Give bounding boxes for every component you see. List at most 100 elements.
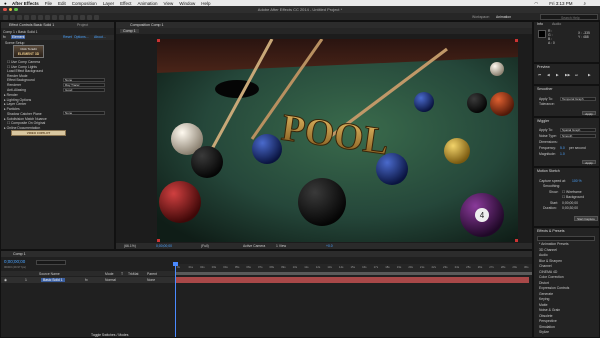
puppet-tool-icon[interactable] [94, 14, 99, 20]
start-capture-button[interactable]: Start Capture [574, 216, 598, 221]
exposure-value[interactable]: +0.0 [326, 244, 333, 248]
playhead[interactable] [175, 262, 176, 337]
effect-options-link[interactable]: Options... [74, 35, 89, 39]
effects-search-input[interactable] [537, 236, 595, 241]
search-help-input[interactable]: Search Help [540, 14, 598, 20]
capture-speed-value[interactable]: 100 % [572, 179, 582, 183]
online-docs-group[interactable]: ▸ Online Documentation [4, 126, 40, 130]
col-source-name[interactable]: Source Name [39, 272, 60, 276]
effects-item[interactable]: Stylize [539, 330, 597, 336]
layer-name[interactable]: Basic Solid 1 [41, 277, 65, 282]
renderer-select[interactable]: Ray Tracer [63, 82, 105, 87]
col-t[interactable]: T [121, 272, 123, 276]
brush-tool-icon[interactable] [66, 14, 71, 20]
wiggler-magnitude-value[interactable]: 1.0 [560, 152, 565, 156]
checkbox-use-comp-camera[interactable]: ☐ Use Comp Camera [7, 60, 40, 64]
fx-switch-icon[interactable]: fx [85, 278, 88, 282]
viewer-safe-handle-tl[interactable] [157, 39, 160, 42]
zoom-tool-icon[interactable] [17, 14, 22, 20]
comp-subtab[interactable]: Comp 1 [120, 28, 139, 33]
ram-preview-button[interactable]: ▶ [588, 73, 591, 77]
menu-edit[interactable]: Edit [58, 1, 66, 6]
effect-bg-select[interactable]: None [63, 77, 105, 82]
shadow-catcher-select[interactable]: None [63, 111, 105, 115]
resolution-select[interactable]: (Full) [201, 244, 209, 248]
group-layer-center[interactable]: ▸ Layer Center [4, 102, 26, 106]
rotate-tool-icon[interactable] [24, 14, 29, 20]
timeline-timecode[interactable]: 0;00;00;00 [4, 259, 25, 264]
group-render[interactable]: ▸ Render [4, 93, 18, 97]
effect-name[interactable]: Element [11, 35, 26, 39]
viewer-safe-handle-bl[interactable] [157, 239, 160, 242]
tab-timeline-comp[interactable]: Comp 1 [13, 252, 26, 256]
wiggler-apply-to-select[interactable]: Spatial Graph [560, 127, 596, 132]
tab-effect-controls[interactable]: Effect Controls Basic Solid 1 [9, 23, 54, 27]
pen-tool-icon[interactable] [52, 14, 57, 20]
menu-file[interactable]: File [45, 1, 52, 6]
time-ruler[interactable]: 0s 01s 02s 03s 04s 05s 06s 07s 08s 09s 10s 11s 12s 13… [175, 264, 532, 272]
video-copilot-logo[interactable]: VIDEO COPILOT [11, 130, 66, 136]
eraser-tool-icon[interactable] [80, 14, 85, 20]
zoom-level-select[interactable]: (66.1%) [124, 244, 136, 248]
subdivision-group[interactable]: ▸ Subdivision Match Nuance [4, 117, 47, 121]
play-button[interactable]: ▶ [556, 73, 559, 77]
menu-window[interactable]: Window [179, 1, 195, 6]
wiggler-frequency-value[interactable]: 5.0 [560, 146, 565, 150]
viewer-safe-handle-br[interactable] [515, 239, 518, 242]
effect-reset-link[interactable]: Reset [63, 35, 72, 39]
roto-brush-tool-icon[interactable] [87, 14, 92, 20]
eye-icon[interactable]: ◉ [4, 278, 7, 282]
layer-parent-select[interactable]: None [147, 278, 155, 282]
menu-effect[interactable]: Effect [120, 1, 131, 6]
checkbox-background[interactable]: ☐ Background [562, 195, 584, 199]
timeline-search-input[interactable] [36, 260, 66, 265]
camera-select[interactable]: Active Camera [243, 244, 265, 248]
layer-row[interactable]: ◉ 1 Basic Solid 1 fx Normal None [1, 277, 175, 283]
camera-tool-icon[interactable] [31, 14, 36, 20]
tab-info[interactable]: Info [537, 22, 543, 26]
checkbox-composite-original[interactable]: ☐ Composite On Original [7, 121, 45, 125]
viewer-safe-handle-tr[interactable] [515, 39, 518, 42]
menu-view[interactable]: View [164, 1, 174, 6]
composition-viewer[interactable]: 4 POOL [157, 39, 518, 242]
smoother-apply-to-select[interactable]: Temporal Graph [560, 96, 596, 101]
fx-icon[interactable]: fx [3, 35, 6, 39]
minimize-window-button[interactable] [8, 7, 12, 12]
smoother-apply-button[interactable]: Apply [582, 111, 596, 116]
selection-tool-icon[interactable] [3, 14, 8, 20]
tab-project[interactable]: Project [77, 23, 88, 27]
menu-composition[interactable]: Composition [72, 1, 97, 6]
next-frame-button[interactable]: ▶▶ [565, 73, 570, 77]
pan-behind-tool-icon[interactable] [38, 14, 43, 20]
menu-animation[interactable]: Animation [138, 1, 158, 6]
col-parent[interactable]: Parent [147, 272, 157, 276]
wiggler-noise-select[interactable]: Smooth [560, 133, 596, 138]
layer-duration-bar[interactable] [175, 277, 529, 283]
close-window-button[interactable] [3, 7, 7, 12]
workspace-select[interactable]: Animation [496, 15, 511, 19]
prev-frame-button[interactable]: ◀ [547, 73, 550, 77]
shape-tool-icon[interactable] [45, 14, 50, 20]
clone-tool-icon[interactable] [73, 14, 78, 20]
checkbox-use-comp-lights[interactable]: ☐ Use Comp Lights [7, 65, 37, 69]
tab-composition[interactable]: Composition Comp 1 [130, 23, 164, 27]
group-particles[interactable]: ▸ Particles [4, 107, 20, 111]
type-tool-icon[interactable] [59, 14, 64, 20]
last-frame-button[interactable]: ⏭ [575, 73, 578, 77]
first-frame-button[interactable]: ⏮ [538, 73, 541, 77]
col-mode[interactable]: Mode [105, 272, 113, 276]
group-lighting[interactable]: ▸ Lighting Options [4, 98, 31, 102]
zoom-window-button[interactable] [14, 7, 18, 12]
tab-audio[interactable]: Audio [552, 22, 561, 26]
apple-icon[interactable]: ● [4, 1, 7, 6]
effect-about-link[interactable]: About... [94, 35, 106, 39]
layer-mode-select[interactable]: Normal [105, 278, 116, 282]
menu-layer[interactable]: Layer [103, 1, 114, 6]
views-select[interactable]: 1 View [276, 244, 286, 248]
wiggler-apply-button[interactable]: Apply [582, 160, 596, 165]
col-trkmat[interactable]: TrkMat [128, 272, 138, 276]
menu-app-name[interactable]: After Effects [12, 1, 39, 6]
toggle-switches-modes[interactable]: Toggle Switches / Modes [91, 333, 129, 337]
menu-help[interactable]: Help [201, 1, 210, 6]
hand-tool-icon[interactable] [10, 14, 15, 20]
